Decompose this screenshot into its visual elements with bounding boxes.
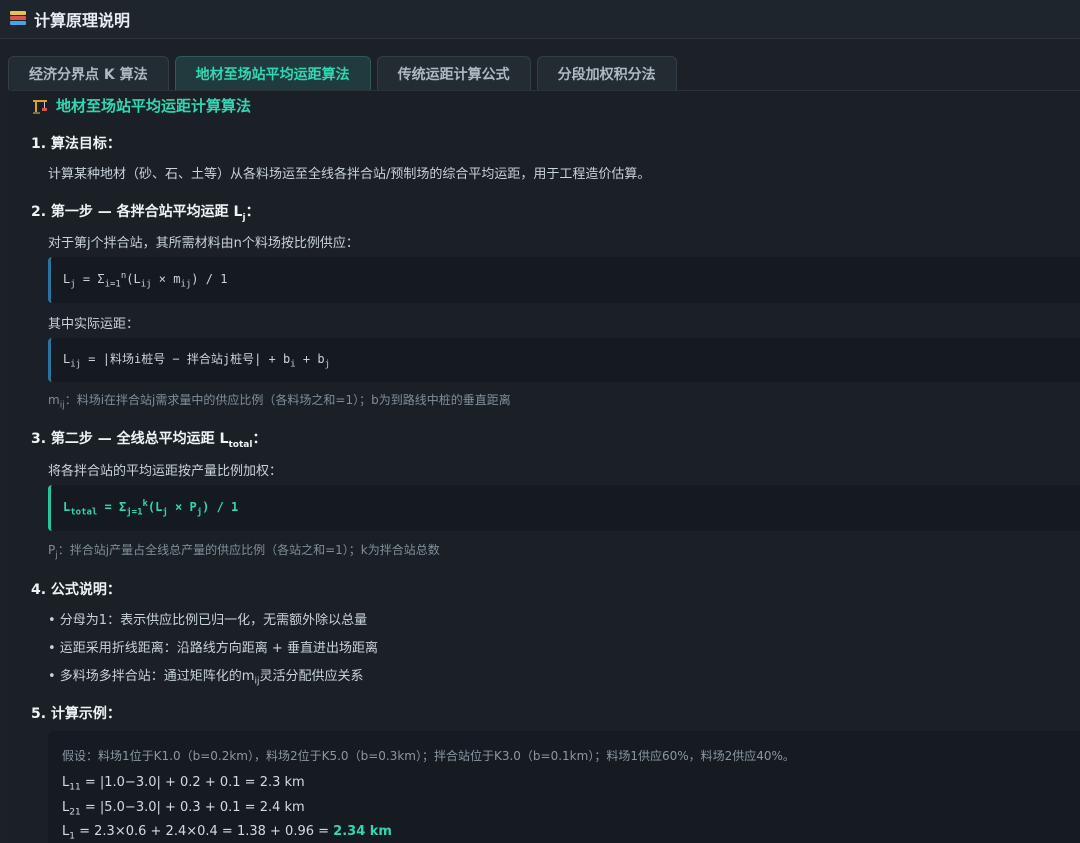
- formula-ltotal: Ltotal = Σj=1k(Lj × Pj) / 1: [48, 485, 1080, 531]
- tab-bar: 经济分界点 K 算法 地材至场站平均运距算法 传统运距计算公式 分段加权积分法: [8, 56, 1080, 90]
- heading-step1: 2. 第一步 — 各拌合站平均运距 Lj：: [31, 204, 260, 223]
- example-box: 假设：料场1位于K1.0（b=0.2km），料场2位于K5.0（b=0.3km）…: [48, 731, 1080, 843]
- note-mij: mij：料场i在拌合站j需求量中的供应比例（各料场之和=1）；b为到路线中桩的垂…: [48, 393, 511, 411]
- heading-explanation: 4. 公式说明：: [31, 582, 121, 598]
- tab-segment-integral[interactable]: 分段加权积分法: [536, 56, 677, 90]
- example-l21: L21 = |5.0−3.0| + 0.3 + 0.1 = 2.4 km: [62, 800, 305, 818]
- bullet-denominator: • 分母为1：表示供应比例已归一化，无需额外除以总量: [48, 613, 368, 628]
- tab-k-algorithm[interactable]: 经济分界点 K 算法: [8, 56, 169, 90]
- bullet-polyline: • 运距采用折线距离：沿路线方向距离 + 垂直进出场距离: [48, 641, 378, 656]
- example-assumption: 假设：料场1位于K1.0（b=0.2km），料场2位于K5.0（b=0.3km）…: [62, 749, 795, 763]
- tab-traditional-formula[interactable]: 传统运距计算公式: [376, 56, 531, 90]
- text-actual-distance: 其中实际运距：: [48, 317, 140, 332]
- title-bar: 计算原理说明: [0, 0, 1080, 39]
- text-step1: 对于第j个拌合站，其所需材料由n个料场按比例供应：: [48, 236, 359, 251]
- heading-step2: 3. 第二步 — 全线总平均运距 Ltotal：: [31, 431, 267, 450]
- heading-example: 5. 计算示例：: [31, 706, 121, 722]
- formula-lij: Lij = |料场i桩号 − 拌合站j桩号| + bi + bj: [48, 338, 1080, 382]
- section-title-text: 地材至场站平均运距计算算法: [56, 97, 252, 115]
- tab-avg-distance[interactable]: 地材至场站平均运距算法: [174, 56, 371, 90]
- text-goal: 计算某种地材（砂、石、土等）从各料场运至全线各拌合站/预制场的综合平均运距，用于…: [48, 167, 651, 182]
- bullet-matrix: • 多料场多拌合站：通过矩阵化的mij灵活分配供应关系: [48, 669, 364, 687]
- formula-lj: Lj = Σi=1n(Lij × mij) / 1: [48, 257, 1080, 303]
- content-panel: 地材至场站平均运距计算算法 1. 算法目标： 计算某种地材（砂、石、土等）从各料…: [10, 90, 1080, 843]
- text-step2: 将各拌合站的平均运距按产量比例加权：: [48, 464, 283, 479]
- example-l11: L11 = |1.0−3.0| + 0.2 + 0.1 = 2.3 km: [62, 775, 305, 793]
- window-title: 计算原理说明: [34, 11, 131, 30]
- books-icon: [10, 11, 26, 27]
- note-pj: Pj：拌合站j产量占全线总产量的供应比例（各站之和=1）；k为拌合站总数: [48, 543, 440, 561]
- example-result: 2.34 km: [333, 824, 392, 839]
- heading-goal: 1. 算法目标：: [31, 136, 121, 152]
- crane-icon: [32, 98, 48, 114]
- section-title: 地材至场站平均运距计算算法: [32, 95, 251, 116]
- example-l1: L1 = 2.3×0.6 + 2.4×0.4 = 1.38 + 0.96 = 2…: [62, 824, 392, 842]
